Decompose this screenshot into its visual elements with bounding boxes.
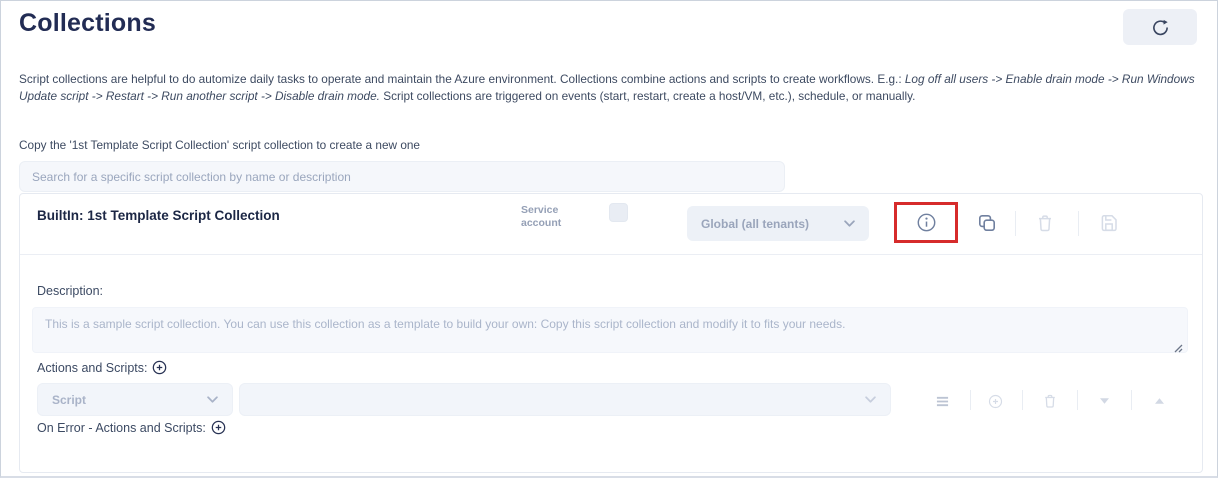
collections-page: Collections Script collections are helpf… [0,0,1218,478]
add-on-error-action-icon[interactable] [211,420,226,435]
divider [1077,390,1078,410]
actions-label: Actions and Scripts: [37,360,167,375]
service-account-checkbox[interactable] [609,203,628,222]
description-label: Description: [37,284,103,298]
service-account-label: Service account [521,204,587,230]
copy-icon [977,213,997,233]
intro-text: Script collections are helpful to do aut… [19,71,1199,104]
on-error-label-text: On Error - Actions and Scripts: [37,421,206,435]
intro-part1: Script collections are helpful to do aut… [19,72,905,86]
add-row-button[interactable] [987,393,1003,409]
page-title: Collections [19,9,156,38]
trash-icon [1042,393,1058,409]
divider [1022,390,1023,410]
save-button[interactable] [1097,211,1121,235]
divider [1131,390,1132,410]
move-down-button[interactable] [1096,393,1112,409]
description-textarea[interactable]: This is a sample script collection. You … [32,307,1188,353]
action-type-select[interactable]: Script [37,383,233,416]
divider [1078,211,1079,236]
intro-part2: Script collections are triggered on even… [380,89,915,103]
resize-handle-icon[interactable] [1172,340,1183,358]
highlight-box [894,202,958,243]
on-error-label: On Error - Actions and Scripts: [37,420,226,435]
triangle-down-icon [1100,398,1109,404]
trash-icon [1035,213,1055,233]
add-circle-icon [988,394,1003,409]
add-action-icon[interactable] [152,360,167,375]
refresh-icon [1152,19,1169,36]
menu-icon [936,396,949,407]
collection-title: BuiltIn: 1st Template Script Collection [37,208,280,223]
chevron-down-icon [207,396,218,403]
refresh-button[interactable] [1123,9,1197,45]
divider [1015,211,1016,236]
divider [20,254,1202,255]
copy-button[interactable] [975,211,999,235]
tenant-scope-select[interactable]: Global (all tenants) [687,206,869,241]
delete-button[interactable] [1033,211,1057,235]
delete-row-button[interactable] [1042,393,1058,409]
triangle-up-icon [1155,398,1164,404]
actions-label-text: Actions and Scripts: [37,361,147,375]
copy-hint-text: Copy the '1st Template Script Collection… [19,138,420,152]
chevron-down-icon [865,396,876,403]
divider [970,390,971,410]
save-icon [1099,213,1119,233]
info-icon [916,212,937,233]
reorder-menu-button[interactable] [934,393,950,409]
search-input[interactable] [19,161,785,192]
move-up-button[interactable] [1151,393,1167,409]
info-button[interactable] [914,211,938,235]
chevron-down-icon [844,220,855,227]
collection-card: BuiltIn: 1st Template Script Collection … [19,193,1203,473]
script-select[interactable] [239,383,891,416]
tenant-scope-value: Global (all tenants) [701,217,809,231]
action-type-value: Script [52,393,86,407]
